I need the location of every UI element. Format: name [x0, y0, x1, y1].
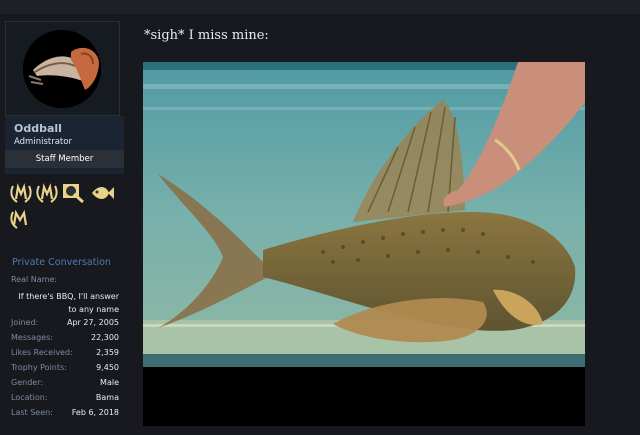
m-laurel-icon [10, 209, 28, 229]
m-laurel-icon [36, 183, 58, 203]
stat-location: Location: Bama [11, 393, 119, 407]
stat-label: Likes Received: [11, 348, 73, 357]
stat-value: 2,359 [96, 348, 119, 357]
trophy-icons [7, 180, 122, 232]
fish-tank-photo [143, 62, 585, 367]
stat-trophy-points: Trophy Points: 9,450 [11, 363, 119, 377]
username-link[interactable]: Oddball [14, 122, 62, 135]
image-letterbox [143, 367, 585, 426]
top-bar [0, 0, 640, 14]
stat-real-name: Real Name: If there's BBQ, I'll answer t… [11, 275, 119, 315]
stat-label: Last Seen: [11, 408, 53, 417]
stat-label: Location: [11, 393, 48, 402]
stat-value: Feb 6, 2018 [71, 408, 119, 417]
stat-joined: Joined: Apr 27, 2005 [11, 318, 119, 332]
stat-label: Messages: [11, 333, 53, 342]
message-user-info: Oddball Administrator Staff Member Priva… [5, 21, 124, 417]
stat-value[interactable]: 22,300 [91, 333, 119, 342]
message-text: *sigh* I miss mine: [144, 28, 269, 43]
staff-banner: Staff Member [5, 150, 124, 168]
stat-likes: Likes Received: 2,359 [11, 348, 119, 362]
stat-value[interactable]: Bama [96, 393, 119, 402]
private-conversation-link[interactable]: Private Conversation [12, 257, 111, 268]
stat-last-seen: Last Seen: Feb 6, 2018 [11, 408, 119, 422]
post-image[interactable] [143, 62, 585, 367]
stat-label: Joined: [11, 318, 39, 327]
stat-label: Gender: [11, 378, 44, 387]
magnifier-icon [63, 184, 84, 204]
user-name-block: Oddball Administrator Staff Member [5, 116, 124, 174]
fish-icon [92, 187, 114, 199]
avatar[interactable] [23, 30, 101, 108]
stat-label: Trophy Points: [11, 363, 67, 372]
stat-value: Apr 27, 2005 [66, 318, 119, 327]
stat-value: If there's BBQ, I'll answer to any name [18, 292, 119, 314]
avatar-container [5, 21, 120, 116]
stat-messages: Messages: 22,300 [11, 333, 119, 347]
stat-label: Real Name: [11, 275, 58, 284]
m-laurel-icon [10, 183, 32, 203]
user-title: Administrator [14, 137, 72, 147]
stat-value: Male [100, 378, 119, 387]
stat-gender: Gender: Male [11, 378, 119, 392]
stat-value[interactable]: 9,450 [96, 363, 119, 372]
